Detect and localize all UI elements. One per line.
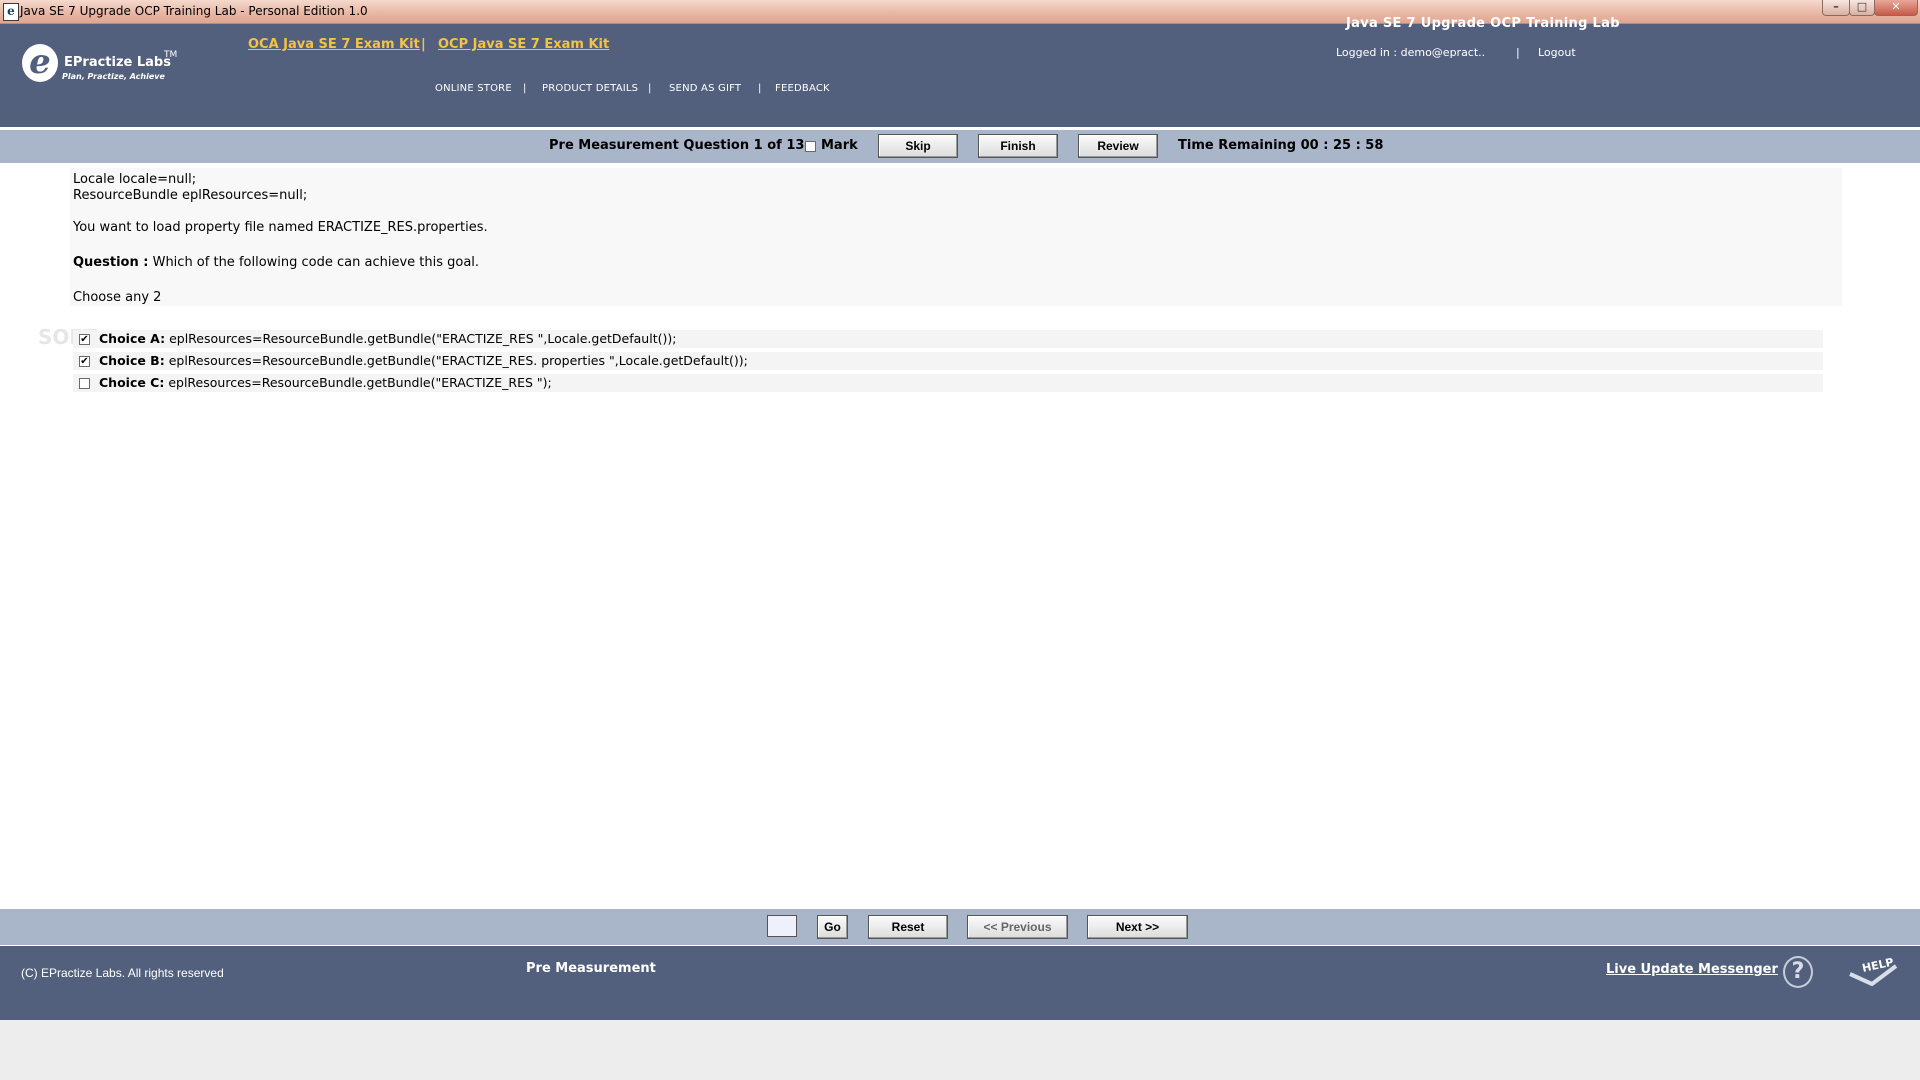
epractize-logo: e EPractize Labs TM Plan, Practize, Achi… bbox=[10, 34, 190, 84]
ocp-exam-kit-link[interactable]: OCP Java SE 7 Exam Kit bbox=[438, 37, 609, 53]
app-icon: e bbox=[3, 3, 19, 21]
choice-b-checkbox[interactable]: ✔ bbox=[79, 356, 90, 367]
previous-button[interactable]: << Previous bbox=[967, 915, 1068, 939]
go-button[interactable]: Go bbox=[817, 915, 848, 939]
question-label: Question : bbox=[73, 255, 149, 270]
next-button[interactable]: Next >> bbox=[1087, 915, 1188, 939]
nav-separator: | bbox=[648, 83, 652, 94]
nav-product-details[interactable]: PRODUCT DETAILS bbox=[542, 83, 638, 95]
choice-a-label: Choice A: bbox=[99, 331, 166, 346]
app-footer bbox=[0, 946, 1920, 1020]
nav-feedback[interactable]: FEEDBACK bbox=[775, 83, 830, 95]
choice-c-code: eplResources=ResourceBundle.getBundle("E… bbox=[164, 375, 552, 390]
choice-c-checkbox[interactable] bbox=[79, 378, 90, 389]
mark-label: Mark bbox=[821, 138, 858, 153]
app-title: Java SE 7 Upgrade OCP Training Lab bbox=[1346, 16, 1620, 31]
finish-button[interactable]: Finish bbox=[978, 134, 1058, 158]
time-remaining: Time Remaining 00 : 25 : 58 bbox=[1178, 138, 1384, 153]
reset-button[interactable]: Reset bbox=[868, 915, 948, 939]
bottom-empty-area bbox=[0, 1020, 1920, 1080]
nav-send-as-gift[interactable]: SEND AS GIFT bbox=[669, 83, 741, 95]
question-panel bbox=[70, 168, 1842, 306]
choice-b-code: eplResources=ResourceBundle.getBundle("E… bbox=[164, 353, 748, 368]
nav-separator: | bbox=[523, 83, 527, 94]
live-update-messenger-link[interactable]: Live Update Messenger bbox=[1606, 962, 1778, 978]
question-instruction: Choose any 2 bbox=[73, 290, 162, 305]
question-text: Which of the following code can achieve … bbox=[148, 255, 480, 270]
nav-separator: | bbox=[758, 83, 762, 94]
logo-trademark: TM bbox=[164, 50, 178, 60]
skip-button[interactable]: Skip bbox=[878, 134, 958, 158]
nav-online-store[interactable]: ONLINE STORE bbox=[435, 83, 512, 95]
mark-checkbox[interactable] bbox=[805, 141, 816, 152]
bottom-navigation-bar bbox=[0, 909, 1920, 945]
minimize-icon[interactable]: – bbox=[1822, 0, 1850, 16]
window-title: Java SE 7 Upgrade OCP Training Lab - Per… bbox=[20, 4, 368, 18]
choice-a-text: Choice A: eplResources=ResourceBundle.ge… bbox=[99, 331, 676, 347]
logout-separator: | bbox=[1516, 46, 1520, 59]
logo-name: EPractize Labs bbox=[64, 55, 171, 70]
close-icon[interactable]: ✕ bbox=[1874, 0, 1918, 16]
question-prompt: Question : Which of the following code c… bbox=[73, 255, 479, 271]
window-title-bar[interactable]: e Java SE 7 Upgrade OCP Training Lab - P… bbox=[0, 0, 1920, 24]
logged-in-user: Logged in : demo@epract.. bbox=[1336, 46, 1486, 59]
oca-exam-kit-link[interactable]: OCA Java SE 7 Exam Kit bbox=[248, 37, 420, 53]
logo-e-icon: e bbox=[22, 44, 58, 82]
review-button[interactable]: Review bbox=[1078, 134, 1158, 158]
choice-c-label: Choice C: bbox=[99, 375, 165, 390]
footer-mode-label: Pre Measurement bbox=[526, 961, 656, 976]
question-toolbar bbox=[0, 130, 1920, 163]
question-context: You want to load property file named ERA… bbox=[73, 220, 488, 235]
choice-b-label: Choice B: bbox=[99, 353, 165, 368]
copyright-text: (C) EPractize Labs. All rights reserved bbox=[21, 966, 224, 980]
logout-link[interactable]: Logout bbox=[1538, 46, 1576, 60]
help-question-icon[interactable]: ? bbox=[1783, 956, 1813, 988]
help-arrow-icon: HELP bbox=[1849, 956, 1898, 986]
choice-b-text: Choice B: eplResources=ResourceBundle.ge… bbox=[99, 353, 748, 369]
question-code-line-1: Locale locale=null; bbox=[73, 172, 197, 187]
goto-question-input[interactable] bbox=[767, 915, 797, 937]
question-status: Pre Measurement Question 1 of 13 bbox=[549, 138, 805, 153]
question-code-line-2: ResourceBundle eplResources=null; bbox=[73, 188, 308, 203]
maximize-icon[interactable]: □ bbox=[1849, 0, 1875, 16]
choice-a-checkbox[interactable]: ✔ bbox=[79, 334, 90, 345]
logo-tagline: Plan, Practize, Achieve bbox=[62, 72, 165, 81]
help-button[interactable]: HELP bbox=[1846, 956, 1898, 986]
choice-a-code: eplResources=ResourceBundle.getBundle("E… bbox=[165, 331, 677, 346]
choice-c-text: Choice C: eplResources=ResourceBundle.ge… bbox=[99, 375, 552, 391]
kit-separator: | bbox=[421, 37, 426, 52]
